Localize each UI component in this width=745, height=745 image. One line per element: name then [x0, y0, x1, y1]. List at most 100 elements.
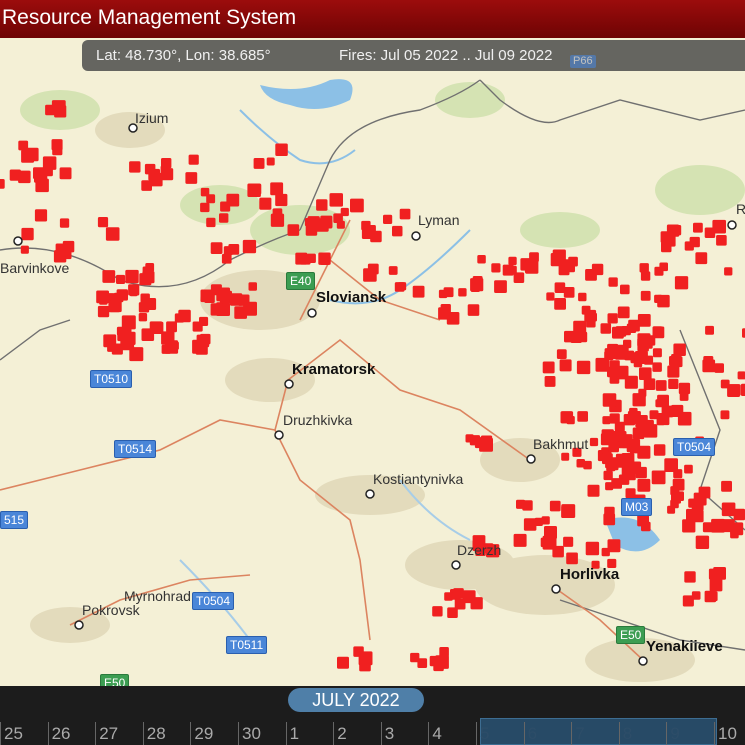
road-shield-t0504-west: T0504	[192, 592, 235, 610]
timeline-day-27[interactable]: 27	[99, 724, 118, 744]
timeline-day-3[interactable]: 3	[385, 724, 394, 744]
fire-pixel	[51, 139, 63, 151]
fire-pixel	[116, 274, 126, 284]
fire-pixel	[705, 325, 714, 335]
fire-pixel	[714, 363, 724, 373]
city-dot	[284, 379, 294, 389]
fire-pixel	[25, 147, 39, 162]
fire-pixel	[229, 293, 243, 306]
fire-pixel	[221, 253, 232, 264]
fire-pixel	[671, 493, 681, 504]
fire-detections	[0, 100, 745, 672]
fire-pixel	[730, 529, 739, 539]
fire-pixel	[556, 349, 567, 359]
fire-pixel	[242, 239, 257, 254]
fire-pixel	[128, 284, 140, 296]
fire-pixel	[684, 464, 693, 474]
fire-pixel	[585, 541, 600, 556]
fire-pixel	[577, 411, 588, 422]
fire-pixel	[583, 460, 592, 470]
timeline-selected-range[interactable]	[480, 718, 717, 745]
timeline-day-6[interactable]: 6	[528, 724, 537, 744]
fire-pixel	[608, 441, 619, 453]
city-dot	[365, 489, 375, 499]
timeline-bar[interactable]: JULY 2022 25 26 27 28 29 30 1 2 3 4 5 6 7 8 9 10	[0, 686, 745, 745]
fire-pixel	[266, 157, 275, 166]
timeline-tick	[666, 722, 668, 745]
fire-pixel	[640, 290, 651, 301]
fire-pixel	[673, 343, 686, 356]
fire-pixel	[667, 505, 676, 514]
fire-pixel	[558, 264, 570, 276]
fire-pixel	[652, 326, 665, 339]
timeline-day-5[interactable]: 5	[480, 724, 489, 744]
fire-pixel	[546, 292, 555, 301]
fire-pixel	[620, 284, 630, 295]
fire-pixel	[178, 309, 191, 323]
fire-pixel	[248, 282, 257, 291]
fire-pixel	[652, 348, 662, 358]
fire-pixel	[129, 161, 141, 173]
timeline-tick	[523, 722, 525, 745]
fire-pixel	[185, 172, 198, 184]
app-title-bar: Resource Management System	[0, 0, 745, 38]
fire-pixel	[199, 316, 209, 326]
fire-pixel	[554, 298, 566, 310]
fire-pixel	[693, 222, 703, 233]
timeline-day-10[interactable]: 10	[718, 724, 737, 744]
fire-pixel	[602, 393, 617, 407]
timeline-day-8[interactable]: 8	[623, 724, 632, 744]
timeline-month-label[interactable]: JULY 2022	[288, 688, 424, 712]
fire-pixel	[34, 169, 48, 183]
fire-pixel	[276, 145, 287, 156]
fire-pixel	[702, 359, 716, 373]
timeline-day-30[interactable]: 30	[242, 724, 261, 744]
timeline-day-28[interactable]: 28	[147, 724, 166, 744]
timeline-day-29[interactable]: 29	[194, 724, 213, 744]
fire-pixel	[691, 509, 704, 523]
road-shield-t0514: T0514	[114, 440, 157, 458]
timeline-day-7[interactable]: 7	[575, 724, 584, 744]
fire-pixel	[607, 343, 619, 355]
city-dot	[307, 308, 317, 318]
fire-pixel	[549, 500, 561, 512]
fire-pixel	[145, 263, 155, 272]
fire-pixel	[432, 606, 443, 617]
fire-pixel	[161, 344, 171, 354]
fire-pixel	[724, 267, 733, 276]
timeline-day-9[interactable]: 9	[670, 724, 679, 744]
timeline-day-25[interactable]: 25	[4, 724, 23, 744]
city-label-kramatorsk: Kramatorsk	[292, 361, 376, 378]
fire-pixel	[640, 271, 651, 281]
timeline-day-2[interactable]: 2	[337, 724, 346, 744]
timeline-day-4[interactable]: 4	[432, 724, 441, 744]
fire-pixel	[684, 241, 694, 251]
city-label-kostiantynivka: Kostiantynivka	[373, 471, 464, 487]
fire-pixel	[600, 323, 612, 334]
city-label-dzerzh: Dzerzh	[457, 542, 502, 558]
fire-pixel	[607, 313, 618, 324]
city-label-druzhkivka: Druzhkivka	[283, 412, 353, 428]
fire-pixel	[97, 217, 109, 228]
timeline-day-26[interactable]: 26	[52, 724, 71, 744]
fire-pixel	[141, 180, 152, 191]
fire-pixel	[108, 300, 120, 313]
timeline-tick	[190, 722, 192, 745]
fire-pixel	[637, 478, 651, 492]
timeline-day-1[interactable]: 1	[290, 724, 299, 744]
fire-pixel	[632, 427, 645, 440]
fire-pixel	[727, 384, 740, 397]
fire-pixel	[720, 410, 730, 420]
lat-lon-readout: Lat: 48.730°, Lon: 38.685°	[96, 47, 271, 64]
fire-pixel	[601, 547, 610, 557]
city-markers	[13, 123, 737, 666]
fire-pixel	[667, 365, 680, 378]
city-dot	[411, 231, 421, 241]
fire-pixel	[275, 193, 288, 207]
fire-pixel	[544, 376, 556, 387]
fire-pixel	[653, 444, 666, 456]
fire-map[interactable]: Izium Lyman Barvinkove Sloviansk Kramato…	[0, 38, 745, 686]
fire-pixel	[682, 595, 694, 607]
fire-pixel	[206, 217, 216, 228]
fire-pixel	[439, 647, 449, 657]
